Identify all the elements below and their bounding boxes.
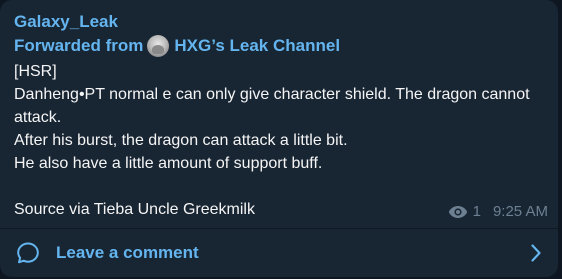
channel-name[interactable]: HXG’s Leak Channel: [174, 36, 340, 56]
message-line: Danheng•PT normal e can only give charac…: [14, 86, 530, 126]
leave-comment-label: Leave a comment: [56, 243, 199, 262]
message-line: After his burst, the dragon can attack a…: [14, 132, 348, 149]
chat-bubble-icon: [17, 242, 39, 264]
view-count: 1: [472, 203, 481, 220]
leave-comment-button[interactable]: Leave a comment: [0, 229, 558, 277]
message-line: [HSR]: [14, 63, 57, 80]
channel-avatar[interactable]: [147, 35, 170, 57]
chevron-right-icon[interactable]: [530, 243, 542, 263]
message-text: [HSR] Danheng•PT normal e can only give …: [14, 60, 534, 221]
message-bubble: Galaxy_Leak Forwarded from HXG’s Leak Ch…: [0, 0, 558, 277]
forwarded-header: Forwarded from HXG’s Leak Channel: [14, 35, 340, 57]
message-line-blank: [14, 175, 534, 198]
message-time: 9:25 AM: [492, 203, 548, 220]
author-name[interactable]: Galaxy_Leak: [14, 12, 118, 32]
eye-icon: [448, 205, 467, 218]
forwarded-prefix: Forwarded from: [14, 36, 144, 55]
message-meta: 1 9:25 AM: [448, 203, 548, 220]
message-line: He also have a little amount of support …: [14, 155, 323, 172]
